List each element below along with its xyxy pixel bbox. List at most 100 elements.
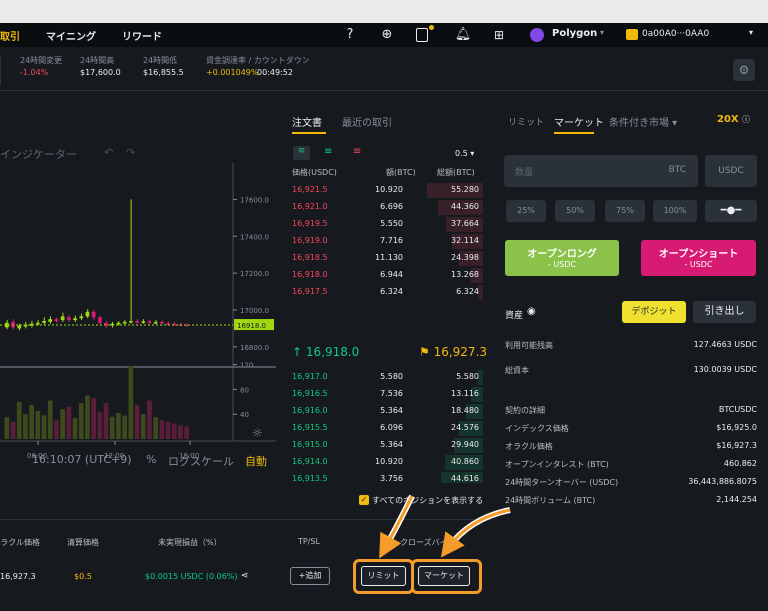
volume-bar: [128, 365, 134, 439]
divider: [0, 519, 491, 520]
order-amount: 7.536: [380, 389, 403, 398]
open-short-sub: - USDC: [684, 260, 713, 269]
open-long-sub: - USDC: [547, 260, 577, 269]
assets-title: 資産: [505, 311, 524, 321]
order-price: 16,916.0: [292, 406, 328, 415]
order-amount: 10.920: [375, 457, 403, 466]
bid-row[interactable]: 16,914.0 10.920 40.860: [281, 454, 491, 471]
book-view-both-icon[interactable]: ≡: [293, 146, 310, 160]
bid-row[interactable]: 16,917.0 5.580 5.580: [281, 369, 491, 386]
slider-toggle-icon[interactable]: ━●━: [705, 200, 757, 222]
pct-100-button[interactable]: 100%: [653, 200, 697, 222]
price-tick-label: 16800.0: [240, 344, 269, 352]
wallet-address[interactable]: 0a00A0···0AA0: [642, 29, 709, 39]
device-icon[interactable]: [416, 28, 428, 42]
eye-icon[interactable]: ◉: [527, 306, 536, 317]
withdraw-button[interactable]: 引き出し: [693, 301, 756, 323]
volume-bar: [91, 398, 96, 439]
currency-select[interactable]: USDC: [705, 155, 757, 187]
available-label: 利用可能残高: [505, 341, 553, 350]
position-liquidation: $0.5: [74, 572, 92, 581]
show-all-label[interactable]: すべてのポジションを表示する: [372, 495, 483, 506]
candle-body: [166, 323, 170, 325]
price-tick-label: 17600.0: [240, 196, 269, 204]
info-icon[interactable]: ⓘ: [742, 114, 750, 125]
candle-body: [85, 311, 90, 317]
volume-bar: [29, 404, 34, 439]
top-nav: 取引 マイニング リワード ? ⊕ 🔔︎ ⊞ Polygon ▾ 0a00A0·…: [0, 23, 768, 47]
precision-select[interactable]: 0.5 ▾: [455, 149, 474, 158]
order-amount: 6.944: [380, 270, 403, 279]
order-total: 24.398: [451, 253, 479, 262]
order-amount: 6.696: [380, 202, 403, 211]
network-selector[interactable]: Polygon: [552, 28, 597, 39]
candle-body: [153, 321, 158, 324]
tab-recent-trades[interactable]: 最近の取引: [342, 114, 392, 129]
quantity-input[interactable]: 数量 BTC: [504, 155, 698, 187]
order-amount: 11.130: [375, 253, 403, 262]
chart-settings-icon[interactable]: ☼: [252, 426, 263, 440]
share-icon[interactable]: ⋖: [241, 571, 249, 581]
bid-row[interactable]: 16,915.5 6.096 24.576: [281, 420, 491, 437]
order-price: 16,921.5: [292, 185, 328, 194]
contract-key: 24時間ボリューム (BTC): [505, 496, 596, 505]
candle-body: [122, 321, 127, 324]
change-label: 24時間変更: [20, 56, 63, 65]
price-chart[interactable]: 17600.0 17400.0 17200.0 17000.0 16800.0 120 80…: [0, 101, 276, 479]
pct-75-button[interactable]: 75%: [605, 200, 645, 222]
log-scale-toggle[interactable]: ログスケール: [168, 453, 234, 469]
bid-row[interactable]: 16,916.0 5.364 18.480: [281, 403, 491, 420]
ask-row[interactable]: 16,918.0 6.944 13.268: [281, 267, 491, 284]
help-icon[interactable]: ?: [341, 26, 359, 44]
volume-bar: [97, 411, 103, 439]
deposit-button[interactable]: デポジット: [622, 301, 686, 323]
header-liquidation: 清算価格: [67, 538, 99, 547]
tab-conditional[interactable]: 条件付き市場 ▾: [609, 114, 677, 129]
order-total: 13.268: [451, 270, 479, 279]
tab-limit[interactable]: リミット: [508, 115, 544, 128]
ask-row[interactable]: 16,917.5 6.324 6.324: [281, 284, 491, 301]
volume-bar: [47, 400, 53, 439]
position-oracle: 16,927.3: [0, 572, 36, 581]
add-tpsl-button[interactable]: +追加: [290, 567, 330, 585]
ask-row[interactable]: 16,919.0 7.716 32.114: [281, 233, 491, 250]
ask-row[interactable]: 16,921.0 6.696 44.360: [281, 199, 491, 216]
bell-icon[interactable]: 🔔︎: [454, 26, 472, 44]
nav-trade[interactable]: 取引: [0, 28, 20, 43]
show-all-checkbox[interactable]: ✓: [359, 495, 369, 505]
open-short-button[interactable]: オープンショート - USDC: [641, 240, 756, 276]
candle-body: [73, 318, 77, 321]
book-view-bids-icon[interactable]: ≡: [324, 146, 332, 157]
mark-price: ⚑ 16,927.3: [419, 345, 488, 359]
ask-row[interactable]: 16,921.5 10.920 55.280: [281, 182, 491, 199]
header-pnl: 未実現損益（%）: [158, 538, 222, 547]
bid-row[interactable]: 16,916.5 7.536 13.116: [281, 386, 491, 403]
volume-bar: [85, 395, 90, 439]
volume-tick-label: 80: [240, 386, 249, 394]
header-close: クローズバイ: [400, 538, 448, 547]
tab-market[interactable]: マーケット: [554, 114, 604, 129]
bid-row[interactable]: 16,915.0 5.364 29.940: [281, 437, 491, 454]
change-value: -1.04%: [20, 68, 49, 77]
ask-row[interactable]: 16,918.5 11.130 24.398: [281, 250, 491, 267]
auto-scale-toggle[interactable]: 自動: [245, 453, 267, 469]
pct-50-button[interactable]: 50%: [555, 200, 595, 222]
order-price: 16,917.5: [292, 287, 328, 296]
order-price: 16,921.0: [292, 202, 328, 211]
grid-icon[interactable]: ⊞: [490, 26, 508, 44]
order-price: 16,915.0: [292, 440, 328, 449]
open-long-label: オープンロング: [527, 249, 597, 260]
nav-mining[interactable]: マイニング: [46, 28, 96, 43]
nav-rewards[interactable]: リワード: [122, 28, 162, 43]
globe-icon[interactable]: ⊕: [378, 26, 396, 44]
tab-order-book[interactable]: 注文書: [292, 114, 322, 129]
leverage-button[interactable]: 20X: [717, 114, 739, 125]
percent-toggle[interactable]: %: [146, 453, 156, 466]
volume-bar: [147, 400, 152, 439]
settings-gear-icon[interactable]: ⚙: [733, 59, 755, 81]
volume-bar: [178, 425, 183, 439]
ask-row[interactable]: 16,919.5 5.550 37.664: [281, 216, 491, 233]
book-view-asks-icon[interactable]: ≡: [353, 146, 361, 157]
open-long-button[interactable]: オープンロング - USDC: [505, 240, 619, 276]
pct-25-button[interactable]: 25%: [506, 200, 546, 222]
